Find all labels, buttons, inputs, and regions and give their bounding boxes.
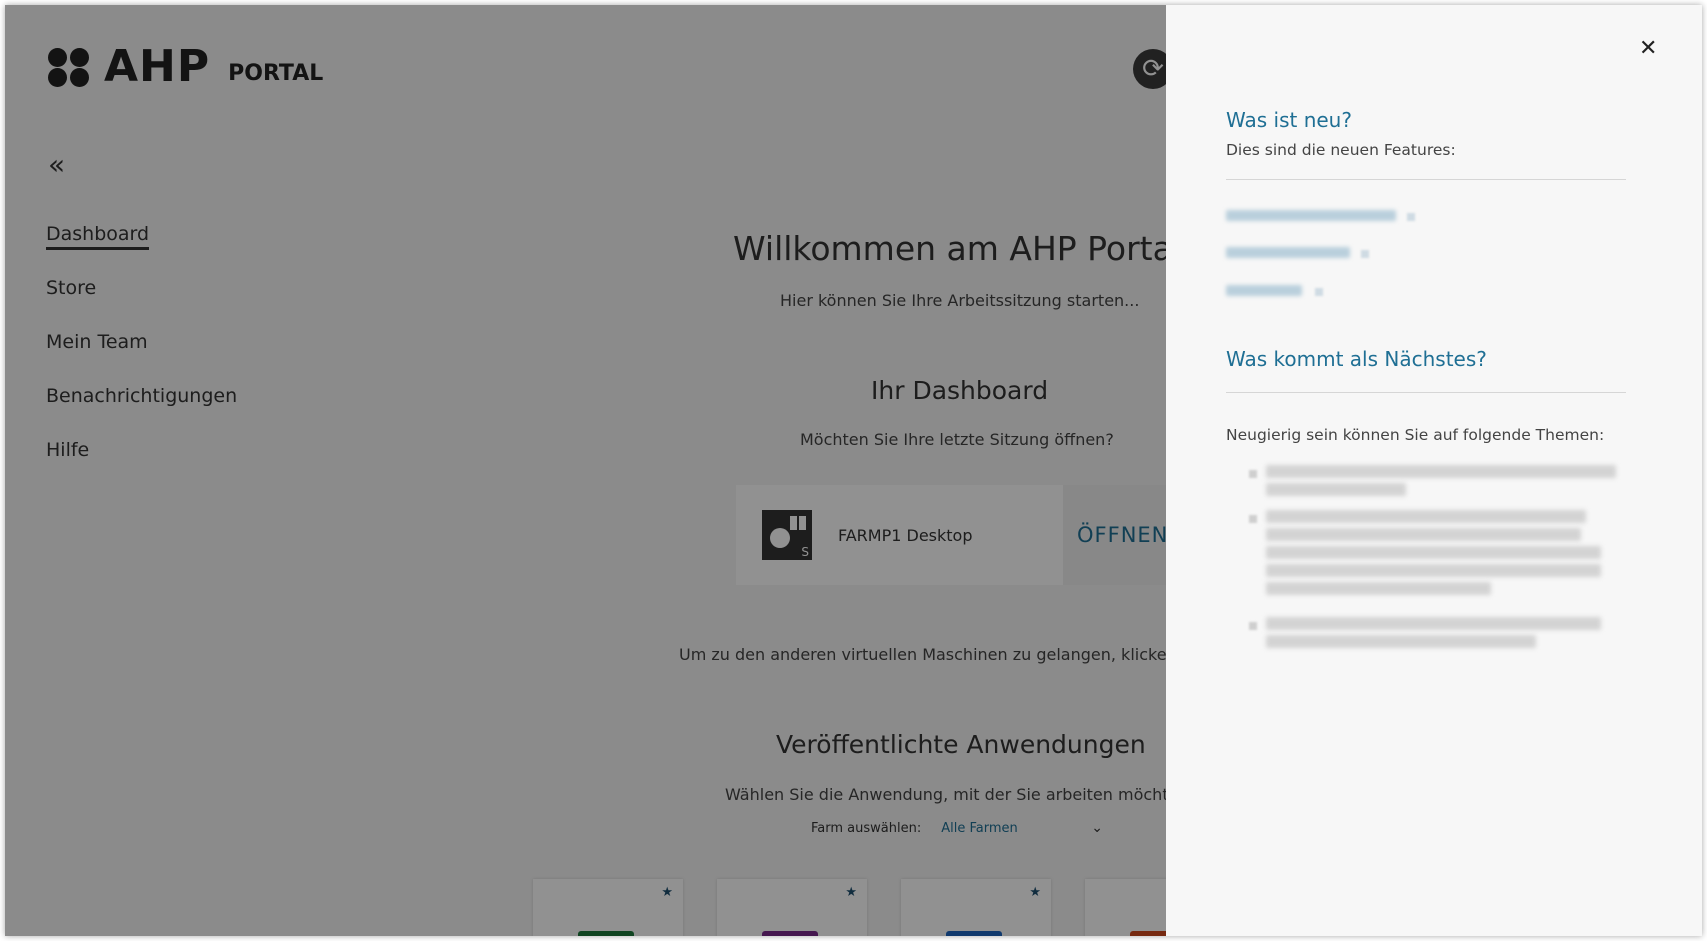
app-icon: [762, 931, 818, 936]
whats-next-title: Was kommt als Nächstes?: [1226, 347, 1487, 371]
app-tile[interactable]: ★: [901, 879, 1051, 936]
feature-link[interactable]: [1226, 285, 1302, 296]
logo-dots-icon: [46, 47, 96, 87]
apps-subtitle: Wählen Sie die Anwendung, mit der Sie ar…: [725, 785, 1179, 804]
whats-new-panel: ✕ Was ist neu? Dies sind die neuen Featu…: [1166, 5, 1702, 936]
feature-link[interactable]: [1226, 210, 1396, 221]
topic-line: [1266, 528, 1581, 541]
app-window: AHP PORTAL ⟳ « Dashboard Store Mein Team…: [5, 5, 1702, 936]
chevron-down-icon[interactable]: ⌄: [1091, 820, 1103, 836]
topic-line: [1266, 510, 1586, 523]
session-name: FARMP1 Desktop: [838, 525, 973, 545]
star-icon[interactable]: ★: [845, 885, 857, 900]
windows-desktop-icon: S: [762, 510, 812, 560]
close-icon[interactable]: ✕: [1639, 38, 1657, 60]
topic-line: [1266, 635, 1536, 648]
double-chevron-left-icon[interactable]: «: [48, 151, 65, 179]
divider: [1226, 179, 1626, 180]
dashboard-subtitle: Möchten Sie Ihre letzte Sitzung öffnen?: [800, 430, 1114, 449]
sidebar-item-hilfe[interactable]: Hilfe: [46, 439, 237, 493]
dashboard-title: Ihr Dashboard: [871, 376, 1049, 405]
whats-new-title: Was ist neu?: [1226, 108, 1352, 132]
app-tile[interactable]: ★: [717, 879, 867, 936]
welcome-subtitle: Hier können Sie Ihre Arbeitssitzung star…: [780, 291, 1140, 310]
divider: [1226, 392, 1626, 393]
list-bullet: [1249, 470, 1257, 478]
feature-link[interactable]: [1226, 247, 1350, 258]
star-icon[interactable]: ★: [1029, 885, 1041, 900]
sidebar-item-mein-team[interactable]: Mein Team: [46, 331, 237, 385]
logo-product: PORTAL: [228, 61, 324, 86]
topic-line: [1266, 465, 1616, 478]
app-icon: [946, 931, 1002, 936]
feature-link-marker: [1315, 288, 1323, 296]
list-bullet: [1249, 622, 1257, 630]
star-icon[interactable]: ★: [661, 885, 673, 900]
vm-hint-text: Um zu den anderen virtuellen Maschinen z…: [679, 645, 1177, 664]
topic-line: [1266, 546, 1601, 559]
feature-link-marker: [1361, 250, 1369, 258]
app-tile[interactable]: ★: [533, 879, 683, 936]
ahp-portal-logo[interactable]: AHP PORTAL: [46, 41, 324, 92]
topic-line: [1266, 617, 1601, 630]
feature-link-marker: [1407, 213, 1415, 221]
whats-new-subtitle: Dies sind die neuen Features:: [1226, 141, 1456, 159]
open-session-button[interactable]: ÖFFNEN: [1063, 485, 1183, 585]
farm-value[interactable]: Alle Farmen: [941, 821, 1091, 836]
sidebar-item-benachrichtigungen[interactable]: Benachrichtigungen: [46, 385, 237, 439]
last-session-card[interactable]: S FARMP1 Desktop ÖFFNEN: [736, 485, 1196, 585]
farm-label: Farm auswählen:: [811, 820, 922, 836]
sidebar-item-dashboard[interactable]: Dashboard: [46, 223, 150, 250]
welcome-title: Willkommen am AHP Porta: [733, 229, 1173, 268]
topic-line: [1266, 483, 1406, 496]
apps-title: Veröffentlichte Anwendungen: [776, 730, 1146, 759]
topic-line: [1266, 564, 1601, 577]
app-icon: [578, 931, 634, 936]
topic-line: [1266, 582, 1491, 595]
whats-next-intro: Neugierig sein können Sie auf folgende T…: [1226, 426, 1605, 444]
logo-brand: AHP: [104, 41, 211, 92]
sidebar-nav: Dashboard Store Mein Team Benachrichtigu…: [46, 223, 237, 493]
sidebar-item-store[interactable]: Store: [46, 277, 237, 331]
farm-selector[interactable]: Farm auswählen: Alle Farmen ⌄: [811, 820, 1103, 836]
list-bullet: [1249, 515, 1257, 523]
